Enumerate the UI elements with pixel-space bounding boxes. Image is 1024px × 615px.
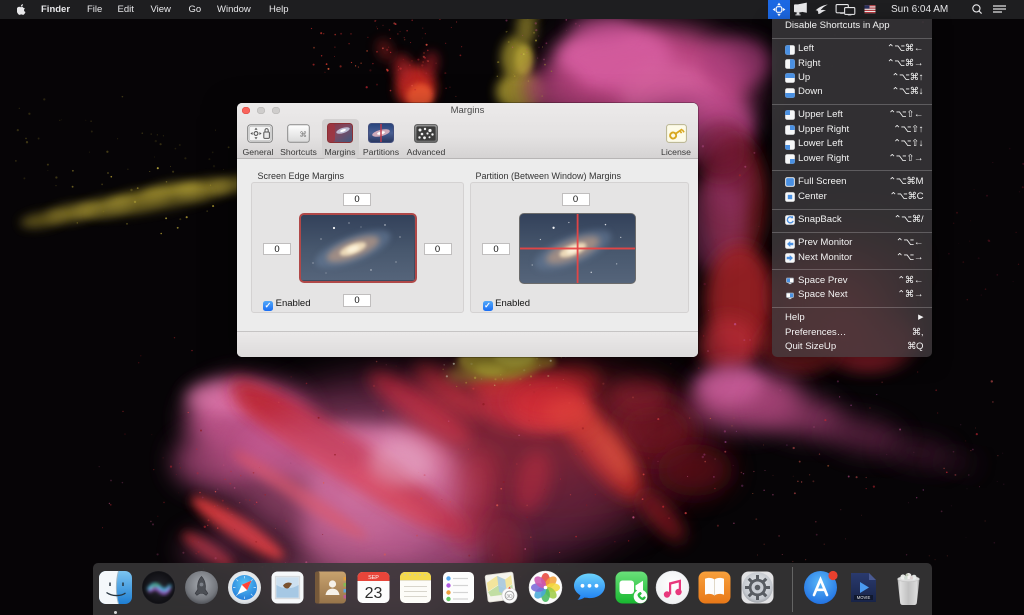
- svg-text:3D: 3D: [506, 593, 513, 599]
- svg-text:SEP: SEP: [368, 575, 379, 581]
- svg-text:⌘: ⌘: [300, 130, 308, 139]
- svg-text:23: 23: [364, 585, 382, 602]
- svg-text:MOVIE: MOVIE: [856, 595, 870, 600]
